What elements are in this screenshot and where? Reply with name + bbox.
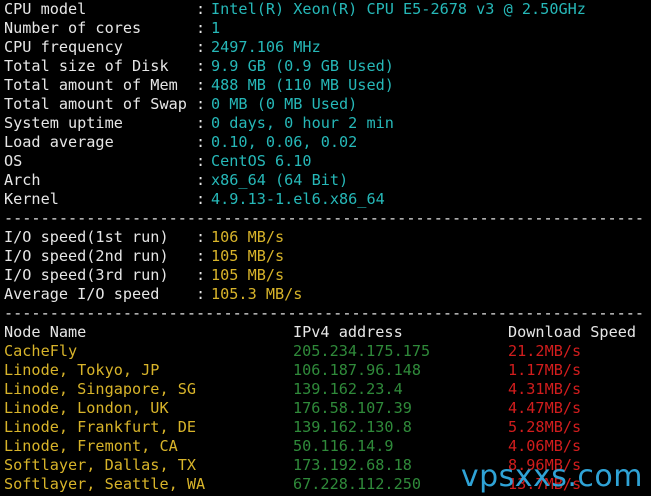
value: x86_64 (64 Bit) (211, 171, 349, 189)
value: 106 MB/s (211, 228, 285, 246)
colon: : (196, 152, 206, 170)
system-line: Total amount of Swap:0 MB (0 MB Used) (4, 95, 651, 114)
value: 0.10, 0.06, 0.02 (211, 133, 358, 151)
ip-address: 205.234.175.175 (293, 342, 431, 360)
colon: : (196, 95, 206, 113)
io-speed-block: I/O speed(1st run):106 MB/s I/O speed(2n… (4, 228, 651, 304)
colon: : (196, 38, 206, 56)
table-row: Linode, Fremont, CA 50.116.14.9 4.06MB/s (4, 437, 651, 456)
value: 0 days, 0 hour 2 min (211, 114, 394, 132)
colon: : (196, 285, 206, 303)
io-line: I/O speed(2nd run):105 MB/s (4, 247, 651, 266)
value: 105 MB/s (211, 266, 285, 284)
node-name: Linode, Singapore, SG (4, 380, 197, 398)
colon: : (196, 228, 206, 246)
node-name: Linode, Fremont, CA (4, 437, 178, 455)
value: 1 (211, 19, 221, 37)
table-row: Linode, Frankfurt, DE 139.162.130.8 5.28MB… (4, 418, 651, 437)
label: I/O speed(1st run) (4, 228, 169, 246)
value: 105 MB/s (211, 247, 285, 265)
label: Total size of Disk (4, 57, 169, 75)
colon: : (196, 57, 206, 75)
label: Number of cores (4, 19, 142, 37)
value: 9.9 GB (0.9 GB Used) (211, 57, 394, 75)
node-name: Linode, Tokyo, JP (4, 361, 160, 379)
download-speed: 4.31MB/s (508, 380, 582, 398)
watermark-text: vpsxxs.com (460, 459, 643, 494)
download-speed: 5.28MB/s (508, 418, 582, 436)
system-info-block: CPU model: Intel(R) Xeon(R) CPU E5-2678 v… (4, 0, 651, 209)
label: Kernel (4, 190, 59, 208)
colon: : (196, 0, 206, 18)
header-ipv4: IPv4 address (293, 323, 403, 341)
label: I/O speed(2nd run) (4, 247, 169, 265)
ip-address: 173.192.68.18 (293, 456, 412, 474)
io-line: I/O speed(1st run):106 MB/s (4, 228, 651, 247)
label: I/O speed(3rd run) (4, 266, 169, 284)
colon: : (196, 133, 206, 151)
io-line: I/O speed(3rd run):105 MB/s (4, 266, 651, 285)
node-name: Linode, Frankfurt, DE (4, 418, 197, 436)
download-speed: 4.47MB/s (508, 399, 582, 417)
value: 4.9.13-1.el6.x86_64 (211, 190, 385, 208)
system-line: CPU frequency:2497.106 MHz (4, 38, 651, 57)
ip-address: 106.187.96.148 (293, 361, 422, 379)
label: System uptime (4, 114, 123, 132)
label: Load average (4, 133, 114, 151)
ip-address: 139.162.130.8 (293, 418, 412, 436)
label: Total amount of Mem (4, 76, 178, 94)
label: CPU frequency (4, 38, 123, 56)
label: Average I/O speed (4, 285, 160, 303)
system-line: Load average:0.10, 0.06, 0.02 (4, 133, 651, 152)
colon: : (196, 190, 206, 208)
system-line: Kernel:4.9.13-1.el6.x86_64 (4, 190, 651, 209)
table-header: Node Name IPv4 address Download Speed (4, 323, 651, 342)
value: Intel(R) Xeon(R) CPU E5-2678 v3 @ 2.50GH… (211, 0, 586, 18)
node-name: Softlayer, Dallas, TX (4, 456, 197, 474)
node-name: Softlayer, Seattle, WA (4, 475, 206, 493)
header-download-speed: Download Speed (508, 323, 637, 341)
label: Arch (4, 171, 41, 189)
node-name: CacheFly (4, 342, 78, 360)
value: 2497.106 MHz (211, 38, 321, 56)
separator-line: ----------------------------------------… (4, 304, 645, 322)
label: OS (4, 152, 23, 170)
system-line: Total amount of Mem:488 MB (110 MB Used) (4, 76, 651, 95)
header-node-name: Node Name (4, 323, 87, 341)
system-line: Total size of Disk:9.9 GB (0.9 GB Used) (4, 57, 651, 76)
value: 488 MB (110 MB Used) (211, 76, 394, 94)
system-line: System uptime:0 days, 0 hour 2 min (4, 114, 651, 133)
download-speed: 21.2MB/s (508, 342, 582, 360)
colon: : (196, 266, 206, 284)
ip-address: 139.162.23.4 (293, 380, 403, 398)
value: 0 MB (0 MB Used) (211, 95, 358, 113)
ip-address: 176.58.107.39 (293, 399, 412, 417)
value: 105.3 MB/s (211, 285, 303, 303)
ip-address: 67.228.112.250 (293, 475, 422, 493)
value: CentOS 6.10 (211, 152, 312, 170)
system-line: Number of cores:1 (4, 19, 651, 38)
table-row: CacheFly 205.234.175.175 21.2MB/s (4, 342, 651, 361)
download-speed: 1.17MB/s (508, 361, 582, 379)
io-line: Average I/O speed:105.3 MB/s (4, 285, 651, 304)
colon: : (196, 76, 206, 94)
table-row: Linode, Singapore, SG 139.162.23.4 4.31MB/… (4, 380, 651, 399)
node-name: Linode, London, UK (4, 399, 169, 417)
table-row: Linode, Tokyo, JP 106.187.96.148 1.17MB/s (4, 361, 651, 380)
colon: : (196, 171, 206, 189)
separator-line: ----------------------------------------… (4, 209, 645, 227)
system-line: CPU model: Intel(R) Xeon(R) CPU E5-2678 v… (4, 0, 651, 19)
download-speed: 4.06MB/s (508, 437, 582, 455)
ip-address: 50.116.14.9 (293, 437, 394, 455)
colon: : (196, 247, 206, 265)
system-line: OS: CentOS 6.10 (4, 152, 651, 171)
colon: : (196, 114, 206, 132)
system-line: Arch: x86_64 (64 Bit) (4, 171, 651, 190)
label: Total amount of Swap (4, 95, 187, 113)
label: CPU model (4, 0, 87, 18)
colon: : (196, 19, 206, 37)
table-row: Linode, London, UK 176.58.107.39 4.47MB/s (4, 399, 651, 418)
terminal-output: CPU model: Intel(R) Xeon(R) CPU E5-2678 v… (4, 0, 651, 494)
